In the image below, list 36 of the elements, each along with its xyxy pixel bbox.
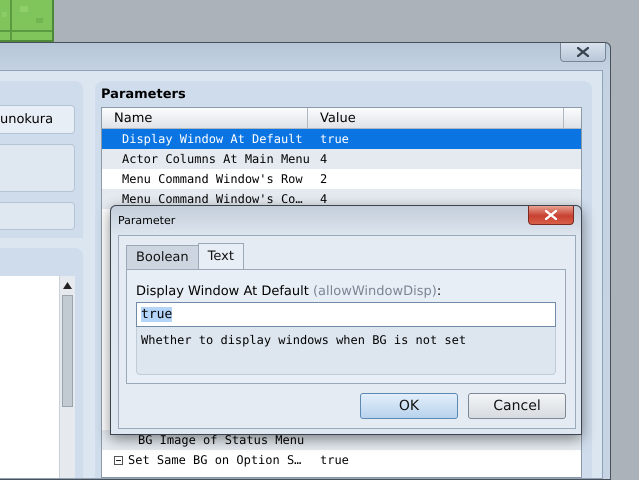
table-row[interactable]: Display Window At Default true <box>102 129 581 149</box>
close-button[interactable] <box>560 43 606 62</box>
parameter-name: Display Window At Default <box>122 132 303 146</box>
description-text: Whether to display windows when BG is not set <box>136 327 556 375</box>
scrollbar[interactable] <box>59 276 75 478</box>
tab[interactable]: Boolean <box>126 245 199 269</box>
parameter-value: 4 <box>319 192 328 206</box>
panel-title: Parameters <box>101 87 187 104</box>
column-header[interactable]: Value <box>308 108 564 128</box>
parameter-name: Set Same BG on Option S… <box>128 453 302 467</box>
text-field[interactable] <box>0 202 75 230</box>
scroll-up-icon[interactable] <box>63 282 72 289</box>
field-label: Display Window At Default (allowWindowDisp): <box>136 284 442 301</box>
dialog-title: Parameter <box>118 214 176 227</box>
table-row[interactable]: Actor Columns At Main Menu 4 <box>102 149 581 169</box>
parameter-value: true <box>319 453 349 467</box>
parameter-name: Menu Command Window's Row <box>122 172 303 186</box>
table-row[interactable]: Menu Command Window's Row 2 <box>102 169 581 189</box>
parameter-value: 4 <box>319 152 328 166</box>
parameter-name: Actor Columns At Main Menu <box>122 152 310 166</box>
cancel-button[interactable]: Cancel <box>468 393 566 419</box>
close-icon <box>577 47 589 57</box>
parameter-name: BG Image of Status Menu <box>138 433 304 447</box>
text-field[interactable] <box>0 144 75 192</box>
parameter-value: true <box>319 132 349 146</box>
parameter-value: 2 <box>319 172 328 186</box>
parameter-name: Menu Command Window's Co… <box>122 192 303 206</box>
close-button[interactable] <box>528 206 574 225</box>
ok-button[interactable]: OK <box>360 393 458 419</box>
close-icon <box>545 210 557 220</box>
table-row[interactable]: Set Same BG on Option S… true <box>102 450 581 470</box>
column-header[interactable]: Name <box>102 108 308 128</box>
text-field[interactable]: true <box>136 302 556 327</box>
collapse-icon[interactable] <box>114 456 123 464</box>
text-field[interactable]: unokura <box>0 105 75 134</box>
tab[interactable]: Text <box>198 243 244 269</box>
